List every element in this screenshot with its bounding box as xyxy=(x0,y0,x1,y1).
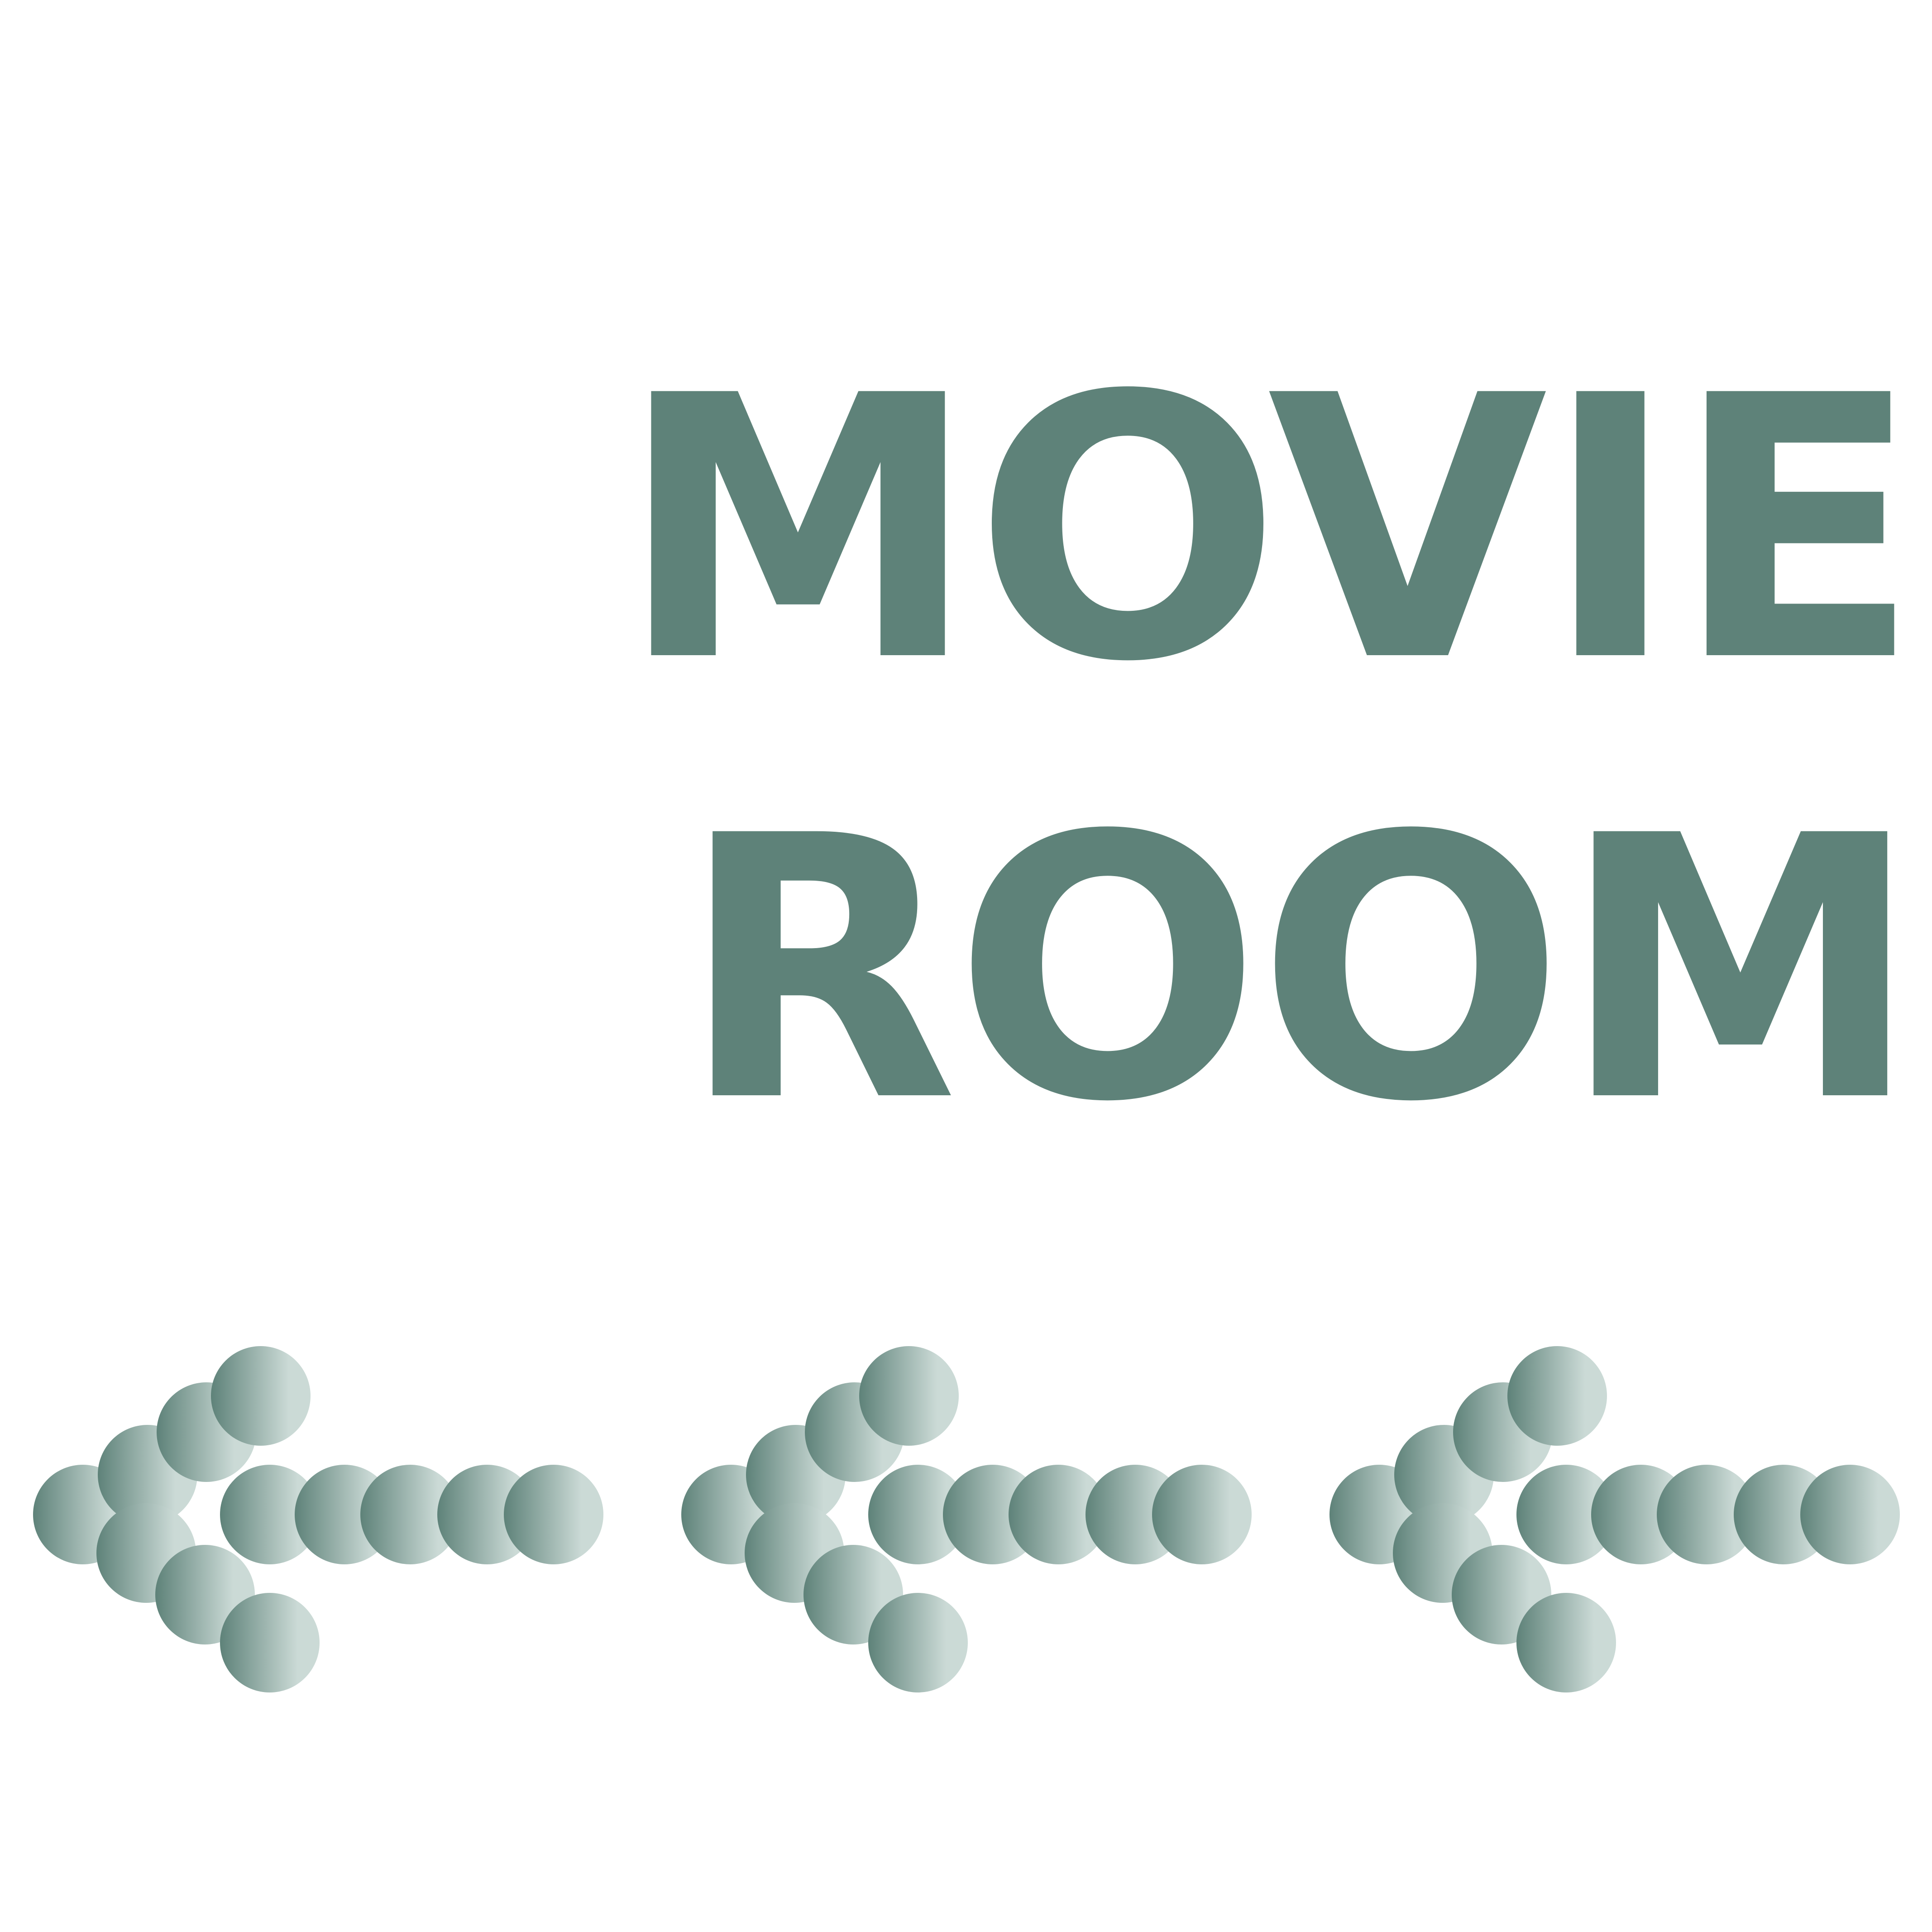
arrow-dot xyxy=(504,1465,603,1564)
arrow-dot xyxy=(1516,1593,1616,1692)
movie-room-sign: MOVIE ROOM xyxy=(0,0,1932,1932)
arrow-dot xyxy=(220,1593,320,1692)
sign-title-line-1: MOVIE xyxy=(618,319,1921,741)
arrow-dot xyxy=(211,1346,311,1446)
arrow-dot xyxy=(1800,1465,1900,1564)
arrow-row xyxy=(33,1346,1900,1692)
arrows-group xyxy=(33,1346,1900,1692)
dotted-arrow-left-icon xyxy=(33,1346,603,1692)
arrow-dot xyxy=(868,1593,968,1692)
arrow-dot xyxy=(1507,1346,1607,1446)
dotted-arrow-left-icon xyxy=(1329,1346,1900,1692)
arrow-dot xyxy=(859,1346,959,1446)
arrow-dot xyxy=(1152,1465,1252,1564)
sign-title-line-2: ROOM xyxy=(679,759,1921,1181)
dotted-arrow-left-icon xyxy=(681,1346,1252,1692)
